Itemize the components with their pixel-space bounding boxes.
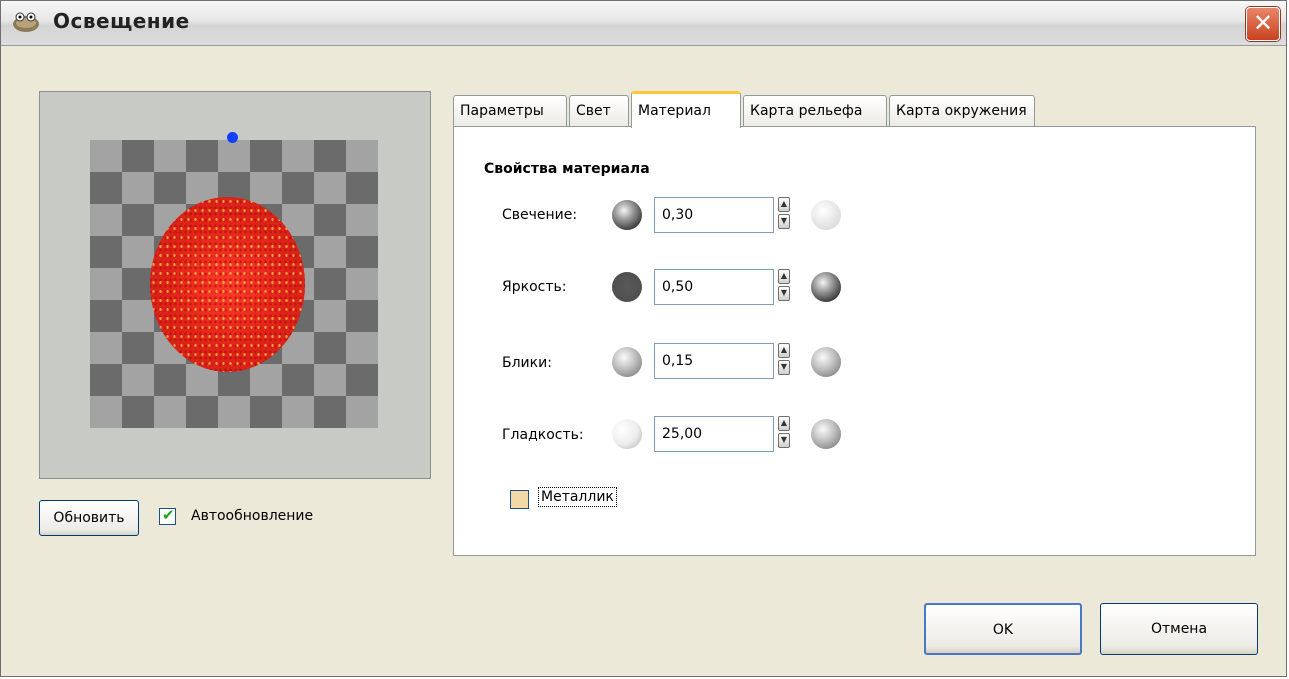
glow-stepper[interactable]: ▲ ▼ (778, 197, 792, 231)
preview-sphere (150, 197, 305, 372)
close-button[interactable]: ✕ (1246, 7, 1280, 41)
lighting-dialog: Освещение ✕ Обновить ✔ Автообновление Па… (0, 0, 1287, 677)
tab-parameters[interactable]: Параметры (453, 95, 567, 126)
metallic-label[interactable]: Металлик (538, 487, 617, 507)
sphere-texture (150, 197, 305, 372)
sphere-brightness-high-icon (811, 272, 841, 302)
arrow-down-icon[interactable]: ▼ (778, 214, 790, 229)
sphere-glow-low-icon (612, 200, 642, 230)
ok-button[interactable]: OK (924, 603, 1082, 655)
tab-environment-map[interactable]: Карта окружения (889, 95, 1035, 126)
sphere-smoothness-high-icon (811, 419, 841, 449)
sphere-glow-high-icon (811, 200, 841, 230)
tab-material[interactable]: Материал (631, 91, 741, 128)
smoothness-stepper[interactable]: ▲ ▼ (778, 416, 792, 450)
tab-bump-map[interactable]: Карта рельефа (743, 95, 887, 126)
auto-update-checkbox[interactable]: ✔ (159, 506, 176, 525)
material-panel: Свойства материала Свечение: 0,30 ▲ ▼ Ярк… (453, 126, 1256, 556)
window-title: Освещение (53, 9, 190, 33)
highlights-input[interactable]: 0,15 (654, 343, 774, 379)
sphere-highlights-low-icon (612, 347, 642, 377)
smoothness-label: Гладкость: (502, 427, 584, 443)
arrow-down-icon[interactable]: ▼ (778, 286, 790, 301)
title-bar[interactable]: Освещение ✕ (1, 1, 1286, 46)
glow-input[interactable]: 0,30 (654, 197, 774, 233)
brightness-stepper[interactable]: ▲ ▼ (778, 269, 792, 303)
sphere-highlights-high-icon (811, 347, 841, 377)
sphere-brightness-low-icon (612, 272, 642, 302)
highlights-stepper[interactable]: ▲ ▼ (778, 343, 792, 377)
preview-area[interactable] (39, 91, 431, 479)
arrow-up-icon[interactable]: ▲ (778, 269, 790, 284)
tab-light[interactable]: Свет (569, 95, 629, 126)
brightness-input[interactable]: 0,50 (654, 269, 774, 305)
auto-update-label[interactable]: Автообновление (191, 508, 313, 524)
update-button[interactable]: Обновить (39, 500, 139, 536)
glow-label: Свечение: (502, 207, 578, 223)
arrow-up-icon[interactable]: ▲ (778, 416, 790, 431)
arrow-up-icon[interactable]: ▲ (778, 343, 790, 358)
cancel-button[interactable]: Отмена (1100, 603, 1258, 655)
sphere-smoothness-low-icon (612, 419, 642, 449)
arrow-down-icon[interactable]: ▼ (778, 360, 790, 375)
arrow-down-icon[interactable]: ▼ (778, 433, 790, 448)
arrow-up-icon[interactable]: ▲ (778, 197, 790, 212)
gimp-app-icon (13, 12, 39, 32)
highlights-label: Блики: (502, 355, 552, 371)
brightness-label: Яркость: (502, 279, 567, 295)
metallic-checkbox[interactable] (510, 490, 529, 509)
light-position-handle[interactable] (227, 132, 238, 143)
section-title: Свойства материала (484, 161, 650, 177)
smoothness-input[interactable]: 25,00 (654, 416, 774, 452)
checkmark-icon: ✔ (162, 506, 175, 524)
